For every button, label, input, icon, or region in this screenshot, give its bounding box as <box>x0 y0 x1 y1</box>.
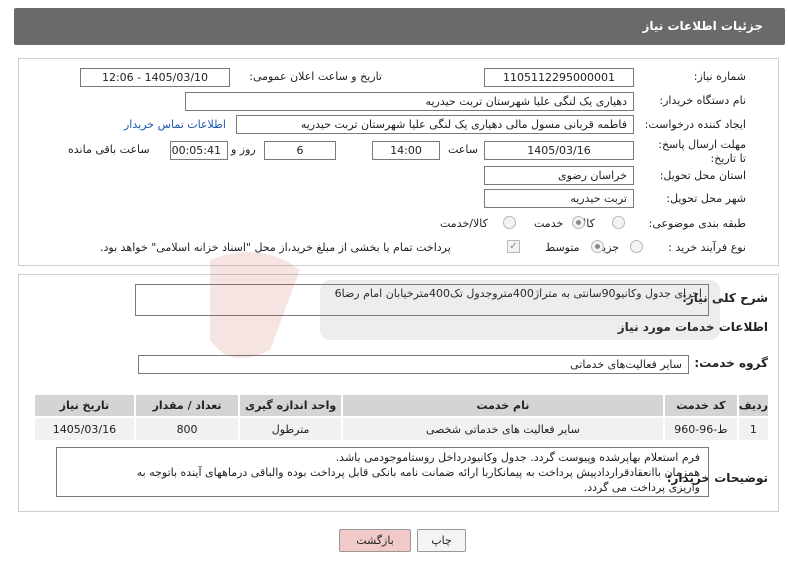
services-table: ردیف کد خدمت نام خدمت واحد اندازه گیری ت… <box>33 393 771 442</box>
announce-datetime-field[interactable]: 1405/03/10 - 12:06 <box>80 68 230 87</box>
days-label: روز و <box>231 143 256 156</box>
need-number-field[interactable]: 1105112295000001 <box>484 68 634 87</box>
print-button[interactable]: چاپ <box>417 529 466 552</box>
page-title: جزئیات اطلاعات نیاز <box>642 19 763 33</box>
buyer-notes-line-3: واریزی پرداخت می گردد. <box>583 481 700 494</box>
creator-label: ایجاد کننده درخواست: <box>644 118 746 131</box>
deadline-label: مهلت ارسال پاسخ: تا تاریخ: <box>658 138 746 165</box>
col-unit: واحد اندازه گیری <box>238 393 343 418</box>
remaining-time-field[interactable]: 00:05:41 <box>170 141 228 160</box>
cell-unit: مترطول <box>238 416 343 442</box>
cell-need-date: 1405/03/16 <box>33 416 136 442</box>
col-row: ردیف <box>736 393 771 418</box>
process-label: نوع فرآیند خرید : <box>668 241 746 254</box>
deadline-time-label: ساعت <box>448 143 478 156</box>
deadline-date-field[interactable]: 1405/03/16 <box>484 141 634 160</box>
city-field[interactable]: تربت حیدریه <box>484 189 634 208</box>
creator-field[interactable]: فاطمه قربانی مسول مالی دهیاری یک لنگی عل… <box>236 115 634 134</box>
service-group-label: گروه خدمت: <box>694 356 768 370</box>
buyer-org-label: نام دستگاه خریدار: <box>659 94 746 107</box>
col-quantity: تعداد / مقدار <box>133 393 241 418</box>
process-radio-medium[interactable] <box>591 240 604 253</box>
buyer-notes-line-2: همزمان باانعقادقراردادپیش پرداخت به پیما… <box>136 466 700 479</box>
announce-label: تاریخ و ساعت اعلان عمومی: <box>249 70 382 83</box>
process-radio-minor[interactable] <box>630 240 643 253</box>
province-field[interactable]: خراسان رضوی <box>484 166 634 185</box>
city-label: شهر محل تحویل: <box>666 192 746 205</box>
category-option-goods-service: کالا/خدمت <box>440 217 488 230</box>
need-number-label: شماره نیاز: <box>693 70 746 83</box>
col-service-code: کد خدمت <box>662 393 739 418</box>
cell-quantity: 800 <box>133 416 241 442</box>
summary-field[interactable]: اجرای جدول وکانیو90سانتی به متراژ400مترو… <box>135 284 709 316</box>
deadline-time-field[interactable]: 14:00 <box>372 141 440 160</box>
category-option-service: خدمت <box>534 217 564 230</box>
treasury-payment-checkbox[interactable]: ✓ <box>507 240 520 253</box>
buyer-contact-link[interactable]: اطلاعات تماس خریدار <box>124 118 226 131</box>
category-radio-service[interactable] <box>572 216 585 229</box>
services-table-header: ردیف کد خدمت نام خدمت واحد اندازه گیری ت… <box>33 393 771 418</box>
buyer-notes-line-1: فرم استعلام بهاپرشده وپیوست گردد. جدول و… <box>335 451 700 464</box>
process-option-medium: متوسط <box>545 241 580 254</box>
table-row[interactable]: 1 ط-96-960 سایر فعالیت های خدماتی شخصی م… <box>33 416 771 442</box>
treasury-payment-note: پرداخت تمام یا بخشی از مبلغ خرید،از محل … <box>100 241 451 254</box>
service-group-field[interactable]: سایر فعالیت‌های خدماتی <box>138 355 689 374</box>
category-radio-goods-service[interactable] <box>503 216 516 229</box>
days-field[interactable]: 6 <box>264 141 336 160</box>
cell-service-name: سایر فعالیت های خدماتی شخصی <box>340 416 665 442</box>
page-header: جزئیات اطلاعات نیاز <box>14 8 785 45</box>
col-service-name: نام خدمت <box>340 393 665 418</box>
category-radio-goods[interactable] <box>612 216 625 229</box>
cell-service-code: ط-96-960 <box>662 416 739 442</box>
category-label: طبقه بندی موضوعی: <box>648 217 746 230</box>
province-label: استان محل تحویل: <box>659 169 746 182</box>
summary-text: اجرای جدول وکانیو90سانتی به متراژ400مترو… <box>334 287 702 300</box>
cell-row: 1 <box>736 416 771 442</box>
buyer-org-field[interactable]: دهیاری یک لنگی علیا شهرستان تربت حیدریه <box>185 92 634 111</box>
services-section-title: اطلاعات خدمات مورد نیاز <box>617 320 768 334</box>
buyer-notes-field[interactable]: فرم استعلام بهاپرشده وپیوست گردد. جدول و… <box>56 447 709 497</box>
remaining-label: ساعت باقی مانده <box>68 143 150 156</box>
col-need-date: تاریخ نیاز <box>33 393 136 418</box>
back-button[interactable]: بازگشت <box>339 529 411 552</box>
